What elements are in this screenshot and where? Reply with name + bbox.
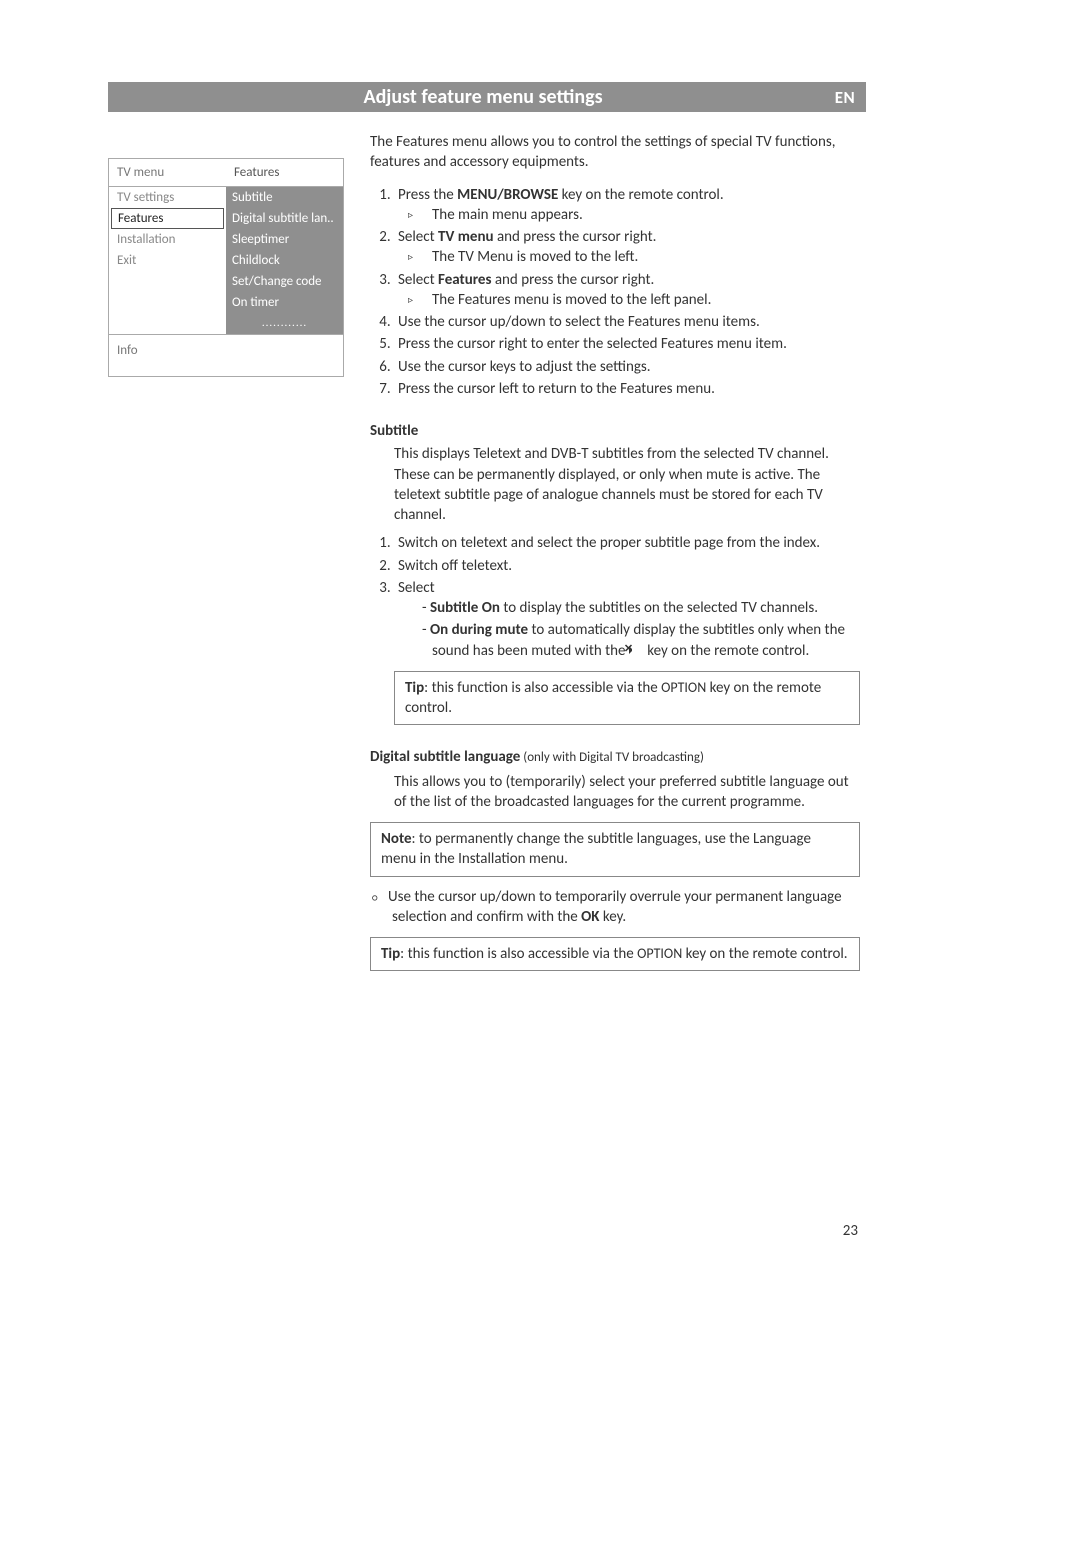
- content-area: The Features menu allows you to control …: [370, 132, 860, 981]
- tv-menu-diagram: TV menu Features TV settings Features In…: [108, 158, 344, 377]
- menu-right-item: Sleeptimer: [226, 229, 343, 250]
- menu-right-item-more: ............: [226, 313, 343, 332]
- mute-icon: [629, 644, 644, 656]
- step-1: Press the MENU/BROWSE key on the remote …: [394, 185, 860, 226]
- step-5: Press the cursor right to enter the sele…: [394, 334, 860, 354]
- menu-left-column: TV settings Features Installation Exit: [109, 187, 226, 334]
- menu-right-item: Subtitle: [226, 187, 343, 208]
- menu-right-item: Childlock: [226, 250, 343, 271]
- main-steps-list: Press the MENU/BROWSE key on the remote …: [394, 185, 860, 400]
- menu-left-header: TV menu: [109, 159, 226, 186]
- menu-right-item: Digital subtitle lan..: [226, 208, 343, 229]
- subtitle-heading: Subtitle: [370, 421, 860, 441]
- page-number: 23: [843, 1222, 858, 1240]
- step-6: Use the cursor keys to adjust the settin…: [394, 357, 860, 377]
- step-2: Select TV menu and press the cursor righ…: [394, 227, 860, 268]
- subtitle-step-3: Select - Subtitle On to display the subt…: [394, 578, 860, 661]
- subtitle-step-1: Switch on teletext and select the proper…: [394, 533, 860, 553]
- menu-left-item-selected: Features: [111, 208, 224, 229]
- dsl-bullet: Use the cursor up/down to temporarily ov…: [392, 887, 860, 928]
- triangle-icon: ▹: [422, 293, 432, 307]
- subtitle-options: - Subtitle On to display the subtitles o…: [422, 598, 860, 661]
- dsl-bullet-list: Use the cursor up/down to temporarily ov…: [370, 887, 860, 928]
- menu-right-header: Features: [226, 159, 343, 186]
- note-box: Note: to permanently change the subtitle…: [370, 822, 860, 877]
- step-3: Select Features and press the cursor rig…: [394, 270, 860, 311]
- language-badge: EN: [824, 82, 866, 112]
- menu-right-item: On timer: [226, 292, 343, 313]
- subtitle-steps-list: Switch on teletext and select the proper…: [394, 533, 860, 661]
- menu-left-item: Installation: [109, 229, 226, 250]
- menu-right-column: Subtitle Digital subtitle lan.. Sleeptim…: [226, 187, 343, 334]
- dsl-body: This allows you to (temporarily) select …: [394, 772, 860, 813]
- menu-left-item: Exit: [109, 250, 226, 271]
- page-title-bar: Adjust feature menu settings: [108, 82, 858, 112]
- triangle-icon: ▹: [422, 250, 432, 264]
- menu-right-item: Set/Change code: [226, 271, 343, 292]
- page-title: Adjust feature menu settings: [363, 85, 602, 109]
- subtitle-step-2: Switch off teletext.: [394, 556, 860, 576]
- step-4: Use the cursor up/down to select the Fea…: [394, 312, 860, 332]
- tip-box: Tip: this function is also accessible vi…: [370, 937, 860, 971]
- dsl-heading: Digital subtitle language (only with Dig…: [370, 747, 860, 767]
- intro-text: The Features menu allows you to control …: [370, 132, 860, 173]
- menu-info-row: Info: [109, 334, 343, 376]
- triangle-icon: ▹: [422, 208, 432, 222]
- subtitle-body: This displays Teletext and DVB-T subtitl…: [394, 444, 860, 525]
- step-7: Press the cursor left to return to the F…: [394, 379, 860, 399]
- tip-box: Tip: this function is also accessible vi…: [394, 671, 860, 726]
- menu-left-item: TV settings: [109, 187, 226, 208]
